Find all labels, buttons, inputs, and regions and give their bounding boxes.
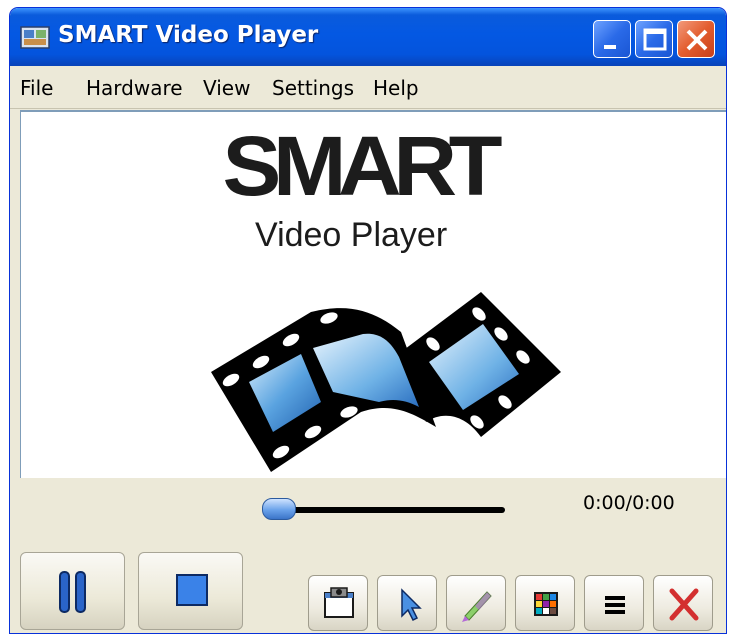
maximize-button[interactable]: [635, 20, 673, 58]
menu-help[interactable]: Help: [373, 76, 419, 100]
menu-view[interactable]: View: [203, 76, 250, 100]
pause-button[interactable]: [20, 552, 125, 630]
menu-bar: File Hardware View Settings Help: [10, 66, 726, 109]
maximize-icon: [643, 28, 667, 51]
pen-icon: [462, 591, 492, 622]
logo-subtitle: Video Player: [255, 216, 448, 254]
menu-settings[interactable]: Settings: [272, 76, 354, 100]
close-window-button[interactable]: [677, 20, 715, 58]
menu-button[interactable]: [584, 575, 644, 631]
minimize-button[interactable]: [593, 20, 631, 58]
smart-logo-text: SMART: [222, 119, 503, 213]
video-display[interactable]: SMART Video Player: [20, 110, 726, 478]
stop-icon: [176, 574, 208, 606]
color-button[interactable]: [515, 575, 575, 631]
exit-button[interactable]: [653, 575, 713, 631]
window-title: SMART Video Player: [58, 22, 319, 48]
seek-thumb[interactable]: [262, 498, 296, 520]
seek-bar[interactable]: [265, 507, 505, 513]
capture-button[interactable]: [308, 575, 368, 631]
title-bar[interactable]: SMART Video Player: [10, 8, 726, 66]
select-button[interactable]: [377, 575, 437, 631]
app-window: SMART Video Player File Hardware View Se…: [10, 8, 726, 633]
menu-hardware[interactable]: Hardware: [86, 76, 183, 100]
stop-button[interactable]: [138, 552, 243, 630]
app-icon: [20, 26, 50, 49]
pointer-icon: [401, 588, 422, 622]
film-reel-icon: [211, 292, 561, 472]
exit-close-icon: [669, 588, 699, 621]
capture-icon: [324, 587, 354, 618]
control-panel: 0:00/0:00: [10, 478, 726, 633]
time-display: 0:00/0:00: [583, 492, 675, 514]
color-palette-icon: [534, 592, 558, 616]
pause-icon: [59, 571, 86, 613]
minimize-icon: [604, 45, 616, 49]
menu-file[interactable]: File: [20, 76, 53, 100]
hamburger-menu-icon: [605, 596, 625, 614]
close-icon: [686, 29, 708, 51]
pen-button[interactable]: [446, 575, 506, 631]
